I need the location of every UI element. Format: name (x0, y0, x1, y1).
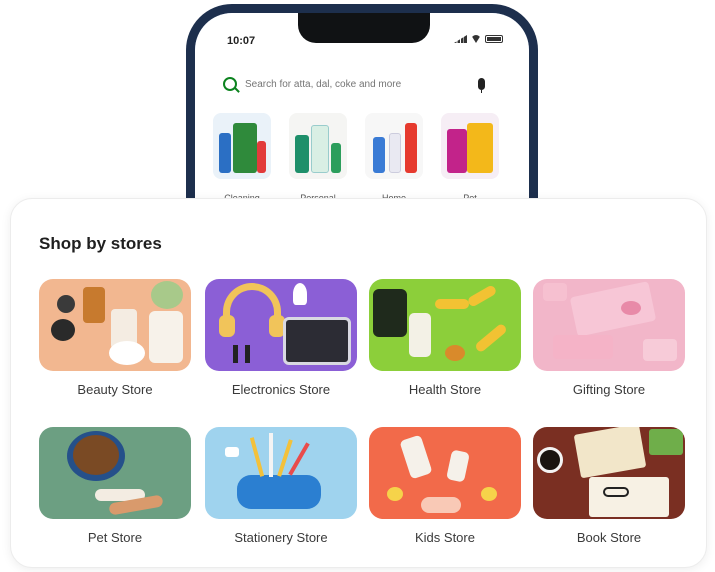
battery-icon (485, 35, 503, 43)
store-gifting[interactable]: Gifting Store (533, 279, 685, 397)
category-pet[interactable]: Pet (441, 113, 499, 203)
store-label: Book Store (576, 530, 642, 545)
electronics-store-image (205, 279, 357, 371)
store-label: Kids Store (415, 530, 475, 545)
phone-notch (298, 13, 430, 43)
store-label: Stationery Store (234, 530, 328, 545)
store-label: Health Store (408, 382, 482, 397)
category-image-personal (289, 113, 347, 179)
search-bar[interactable] (213, 69, 495, 99)
store-pet[interactable]: Pet Store (39, 427, 191, 545)
status-icons (454, 35, 503, 43)
status-time: 10:07 (227, 35, 256, 47)
store-kids[interactable]: Kids Store (369, 427, 521, 545)
category-image-home (365, 113, 423, 179)
category-row: Cleaning Personal Home (213, 113, 499, 203)
stationery-store-image (205, 427, 357, 519)
category-cleaning[interactable]: Cleaning (213, 113, 271, 203)
wifi-icon (471, 35, 481, 43)
store-beauty[interactable]: Beauty Store (39, 279, 191, 397)
shop-by-stores-card: Shop by stores Beauty Store Electronics … (10, 198, 707, 568)
store-label: Pet Store (87, 530, 143, 545)
category-personal[interactable]: Personal (289, 113, 347, 203)
health-store-image (369, 279, 521, 371)
category-image-pet (441, 113, 499, 179)
store-label: Beauty Store (77, 382, 153, 397)
search-input[interactable] (245, 78, 470, 90)
store-label: Gifting Store (572, 382, 646, 397)
section-title: Shop by stores (39, 234, 162, 253)
store-label: Electronics Store (231, 382, 331, 397)
store-stationery[interactable]: Stationery Store (205, 427, 357, 545)
category-home[interactable]: Home (365, 113, 423, 203)
gifting-store-image (533, 279, 685, 371)
microphone-icon[interactable] (478, 78, 485, 93)
category-image-cleaning (213, 113, 271, 179)
store-book[interactable]: Book Store (533, 427, 685, 545)
search-icon (223, 77, 237, 91)
kids-store-image (369, 427, 521, 519)
pet-store-image (39, 427, 191, 519)
beauty-store-image (39, 279, 191, 371)
store-electronics[interactable]: Electronics Store (205, 279, 357, 397)
signal-icon (454, 35, 467, 43)
book-store-image (533, 427, 685, 519)
store-health[interactable]: Health Store (369, 279, 521, 397)
